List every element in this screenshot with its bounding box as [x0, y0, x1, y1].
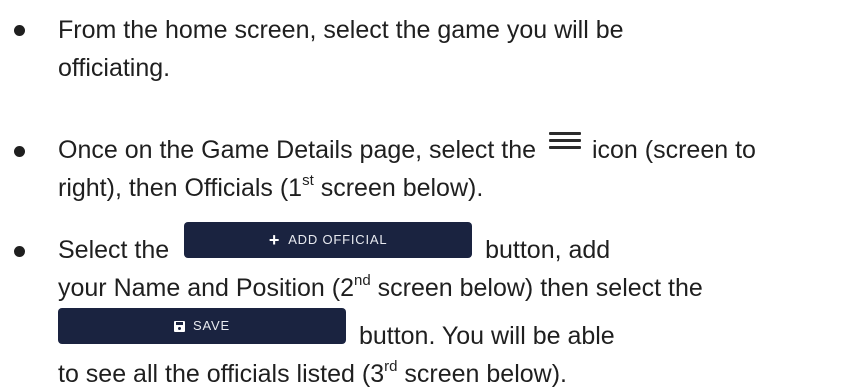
instruction-text: icon (screen to	[591, 136, 756, 164]
bullet-icon	[14, 25, 25, 36]
instruction-text: Select the	[58, 236, 170, 264]
text-line: your Name and Position (2nd screen below…	[58, 270, 703, 306]
instruction-text: Once on the Game Details page, select th…	[58, 136, 537, 164]
instruction-text: screen below) then select the	[370, 274, 703, 302]
instruction-text: button, add	[485, 236, 611, 264]
button-label: ADD OFFICIAL	[288, 232, 388, 247]
text-line: officiating.	[58, 50, 170, 86]
instruction-text: screen below).	[313, 174, 484, 202]
text-line: to see all the officials listed (3rd scr…	[58, 356, 567, 392]
add-official-button[interactable]: + ADD OFFICIAL	[184, 222, 473, 258]
hamburger-menu-icon	[549, 130, 582, 150]
bullet-icon	[14, 246, 25, 257]
text-line: From the home screen, select the game yo…	[58, 12, 624, 48]
instruction-text: screen below).	[397, 360, 567, 388]
floppy-disk-icon	[174, 320, 186, 332]
bullet-icon	[14, 146, 25, 157]
ordinal-suffix: st	[302, 171, 314, 189]
text-line: right), then Officials (1st screen below…	[58, 170, 483, 206]
save-button[interactable]: SAVE	[58, 308, 346, 344]
text-line: Select the + ADD OFFICIAL button, add	[58, 222, 611, 268]
instruction-text: your Name and Position (2	[58, 274, 354, 302]
text-line: SAVE button. You will be able	[58, 308, 615, 354]
instruction-document: From the home screen, select the game yo…	[0, 0, 860, 390]
button-label: SAVE	[193, 318, 230, 333]
ordinal-suffix: rd	[384, 357, 398, 375]
plus-icon: +	[268, 230, 281, 250]
instruction-text: From the home screen, select the game yo…	[58, 16, 624, 44]
instruction-text: button. You will be able	[358, 322, 615, 350]
ordinal-suffix: nd	[353, 271, 371, 289]
instruction-text: officiating.	[58, 54, 171, 82]
text-line: Once on the Game Details page, select th…	[58, 132, 756, 168]
instruction-text: right), then Officials (1	[58, 174, 303, 202]
instruction-text: to see all the officials listed (3	[58, 360, 385, 388]
